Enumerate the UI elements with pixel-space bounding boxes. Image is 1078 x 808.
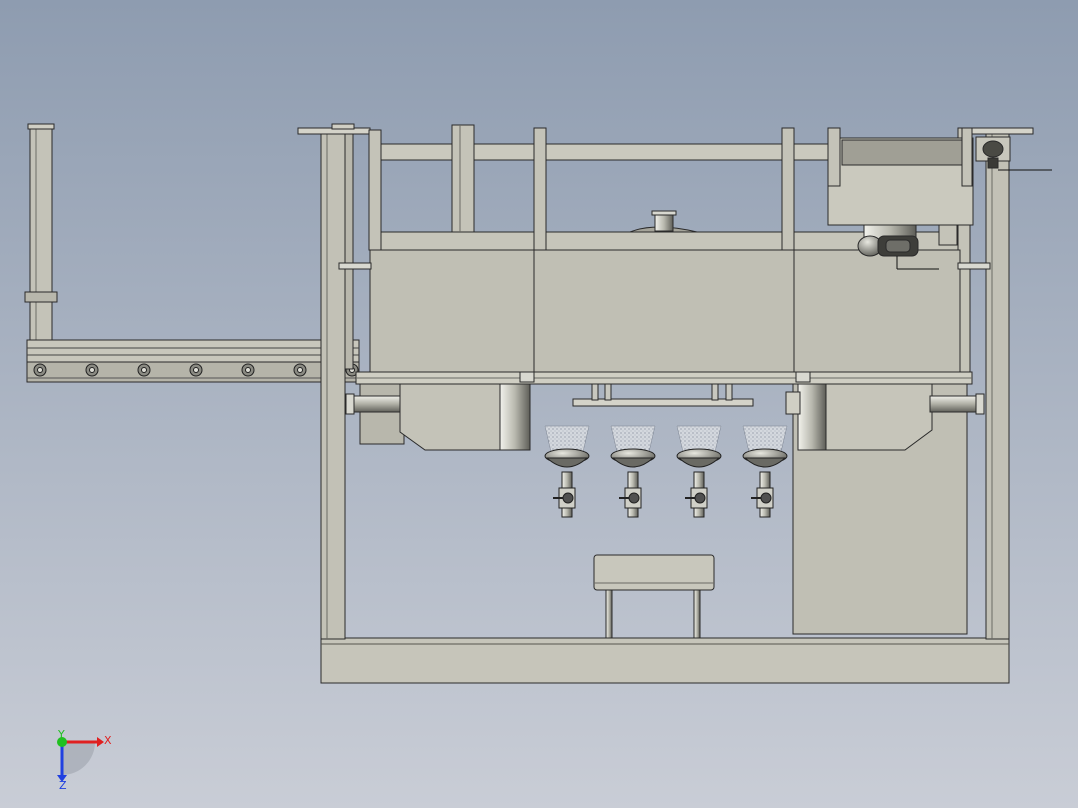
- axis-label-z: Z: [59, 779, 67, 792]
- conveyor-bed: [26, 339, 360, 363]
- post-d: [781, 127, 795, 251]
- conveyor-upright: [29, 124, 53, 341]
- right-hopper: [785, 383, 985, 635]
- conveyor-roller: [293, 363, 307, 377]
- cad-viewport[interactable]: X Y Z: [0, 0, 1078, 808]
- conveyor-roller: [189, 363, 203, 377]
- base-plinth: [320, 637, 1010, 684]
- conveyor-roller: [85, 363, 99, 377]
- axis-label-y: Y: [57, 728, 65, 741]
- top-outlet: [654, 212, 674, 232]
- right-column: [985, 132, 1010, 640]
- conveyor-upright-cap: [27, 123, 55, 130]
- conveyor-roller: [241, 363, 255, 377]
- axis-label-x: X: [104, 734, 112, 747]
- top-cap-right: [964, 127, 1034, 135]
- post-b: [451, 124, 475, 233]
- left-column: [320, 132, 346, 640]
- left-hopper: [345, 383, 531, 451]
- main-tank: [369, 249, 961, 373]
- machine-drawing: X Y Z: [0, 0, 1078, 808]
- post-a: [368, 129, 382, 251]
- conveyor-roller: [137, 363, 151, 377]
- left-column-inner: [344, 132, 354, 370]
- conveyor-clamp: [24, 291, 58, 303]
- conveyor-roller: [33, 363, 47, 377]
- post-c: [533, 127, 547, 251]
